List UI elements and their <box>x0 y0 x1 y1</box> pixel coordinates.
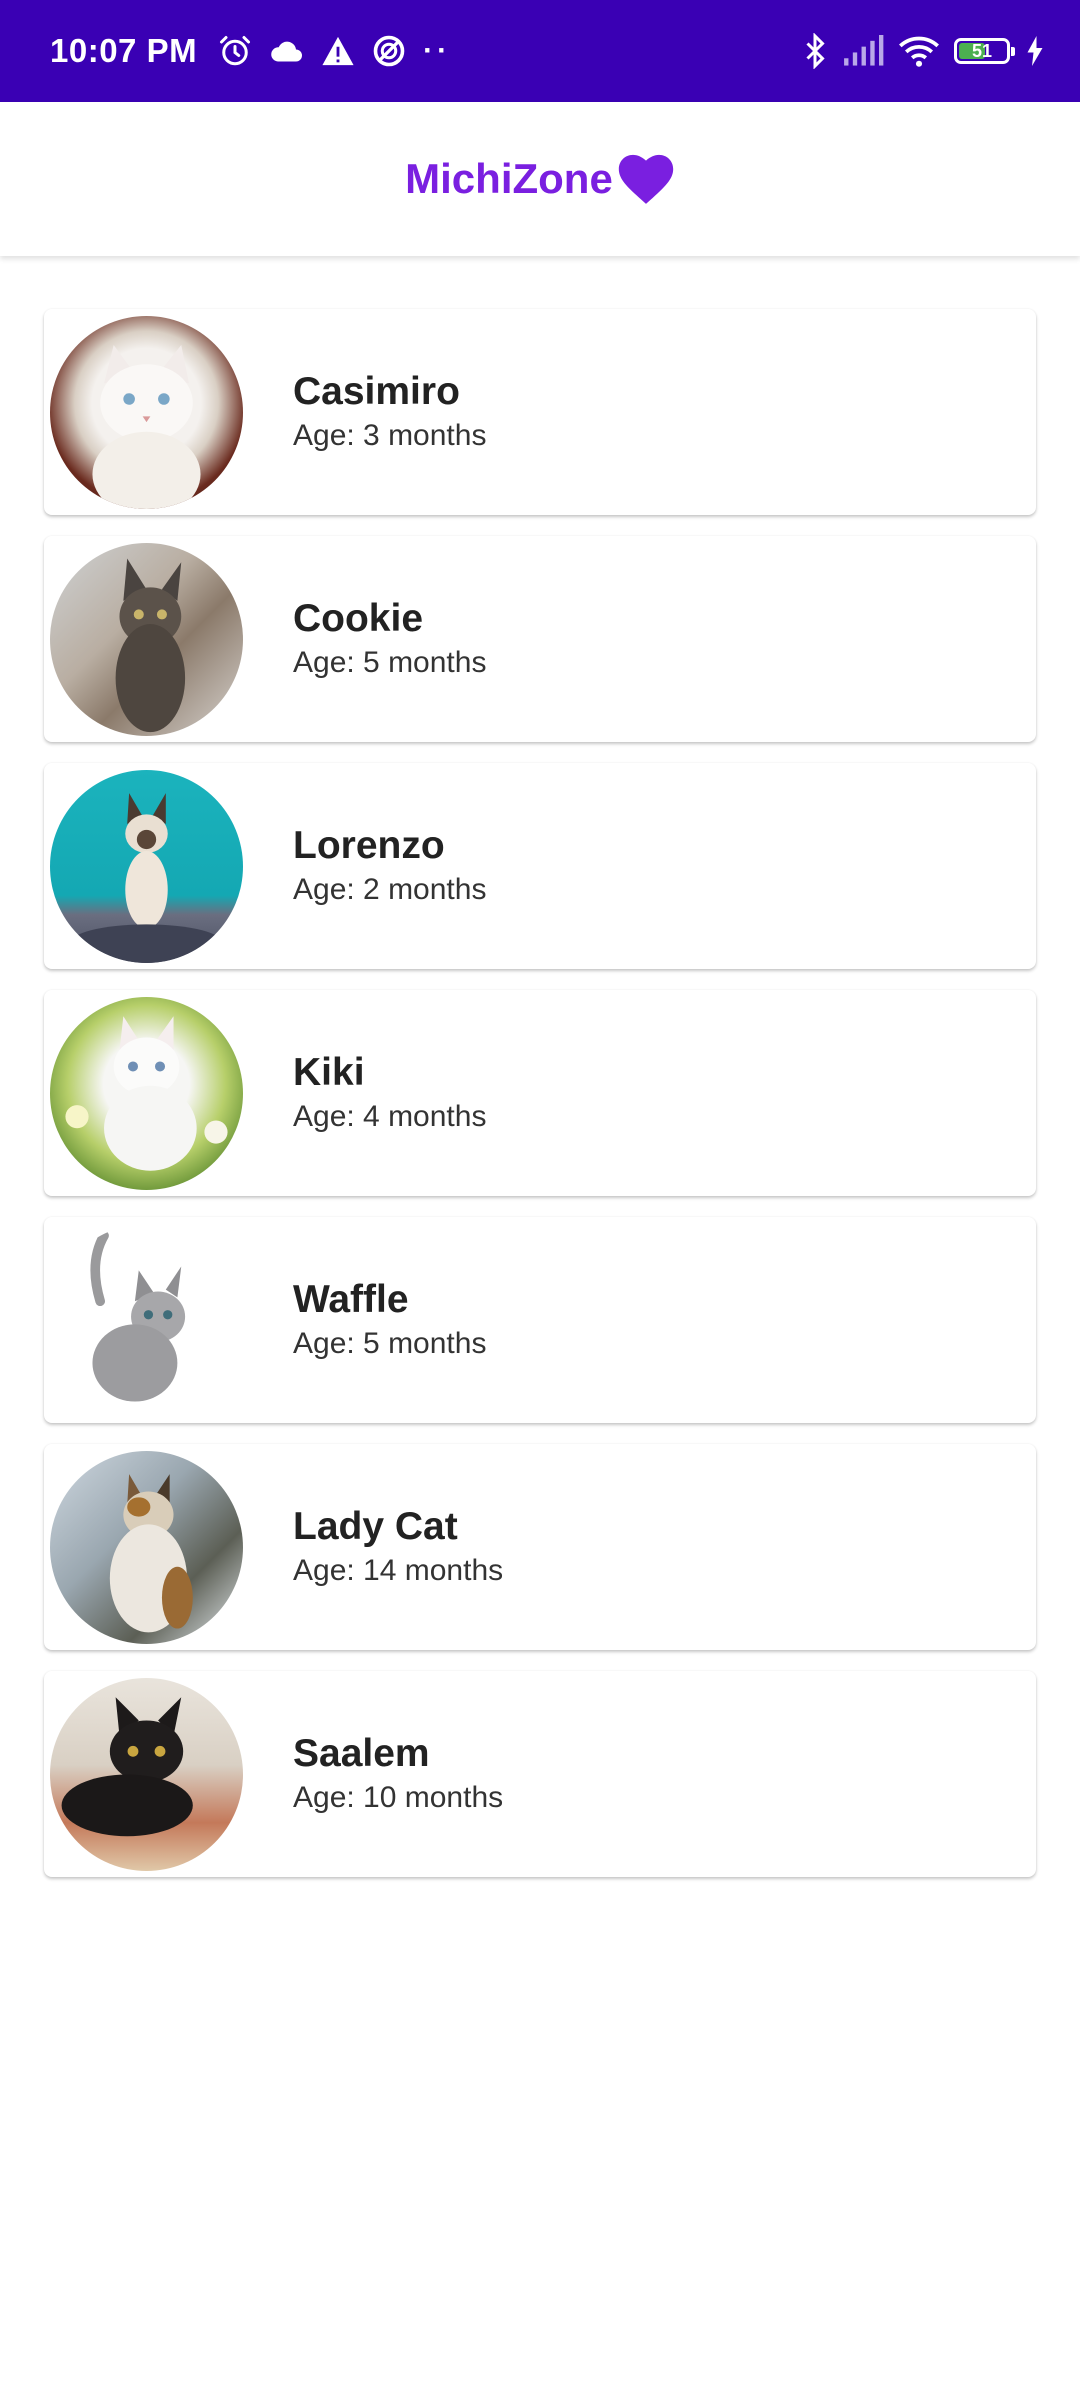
cat-name: Cookie <box>293 597 424 640</box>
cat-card[interactable]: Kiki Age: 4 months <box>44 990 1036 1196</box>
data-saver-icon <box>371 33 407 69</box>
cloud-icon <box>269 37 305 65</box>
signal-icon <box>842 35 884 67</box>
cat-age: Age: 5 months <box>293 646 487 679</box>
cat-name: Kiki <box>293 1051 365 1094</box>
cat-name: Saalem <box>293 1732 430 1775</box>
app-bar: MichiZone <box>0 102 1080 256</box>
cat-card[interactable]: Waffle Age: 5 months <box>44 1217 1036 1423</box>
cat-card[interactable]: Casimiro Age: 3 months <box>44 309 1036 515</box>
cat-age: Age: 14 months <box>293 1554 504 1587</box>
cat-card[interactable]: Saalem Age: 10 months <box>44 1671 1036 1877</box>
cat-photo <box>50 1450 243 1644</box>
cat-name: Lady Cat <box>293 1505 458 1548</box>
cat-age: Age: 3 months <box>293 419 487 452</box>
app-title: MichiZone <box>405 155 613 202</box>
heart-icon <box>617 153 675 205</box>
cat-photo <box>50 996 243 1190</box>
status-time: 10:07 PM <box>50 32 198 69</box>
wifi-icon <box>898 34 940 68</box>
cat-name: Waffle <box>293 1278 409 1321</box>
cat-name: Lorenzo <box>293 824 445 867</box>
cat-age: Age: 2 months <box>293 873 487 906</box>
cat-photo <box>50 542 243 736</box>
cat-card[interactable]: Lorenzo Age: 2 months <box>44 763 1036 969</box>
cat-card[interactable]: Cookie Age: 5 months <box>44 536 1036 742</box>
cat-photo <box>50 1677 243 1871</box>
battery-level: 51 <box>971 40 993 61</box>
cat-name: Casimiro <box>293 370 460 413</box>
more-dots-icon: ·· <box>423 34 452 67</box>
charging-icon <box>1026 36 1044 66</box>
cat-photo <box>50 1223 243 1417</box>
cat-age: Age: 4 months <box>293 1100 487 1133</box>
battery-icon: 51 <box>954 38 1015 64</box>
bluetooth-icon <box>802 33 828 69</box>
cat-age: Age: 5 months <box>293 1327 487 1360</box>
cat-age: Age: 10 months <box>293 1781 504 1814</box>
status-bar: 10:07 PM ·· 51 <box>0 0 1080 102</box>
cat-list: Casimiro Age: 3 months Cookie Age: 5 mon… <box>44 309 1036 1898</box>
warning-icon <box>321 35 355 67</box>
alarm-icon <box>217 33 253 69</box>
cat-photo <box>50 315 243 509</box>
cat-photo <box>50 769 243 963</box>
cat-card[interactable]: Lady Cat Age: 14 months <box>44 1444 1036 1650</box>
